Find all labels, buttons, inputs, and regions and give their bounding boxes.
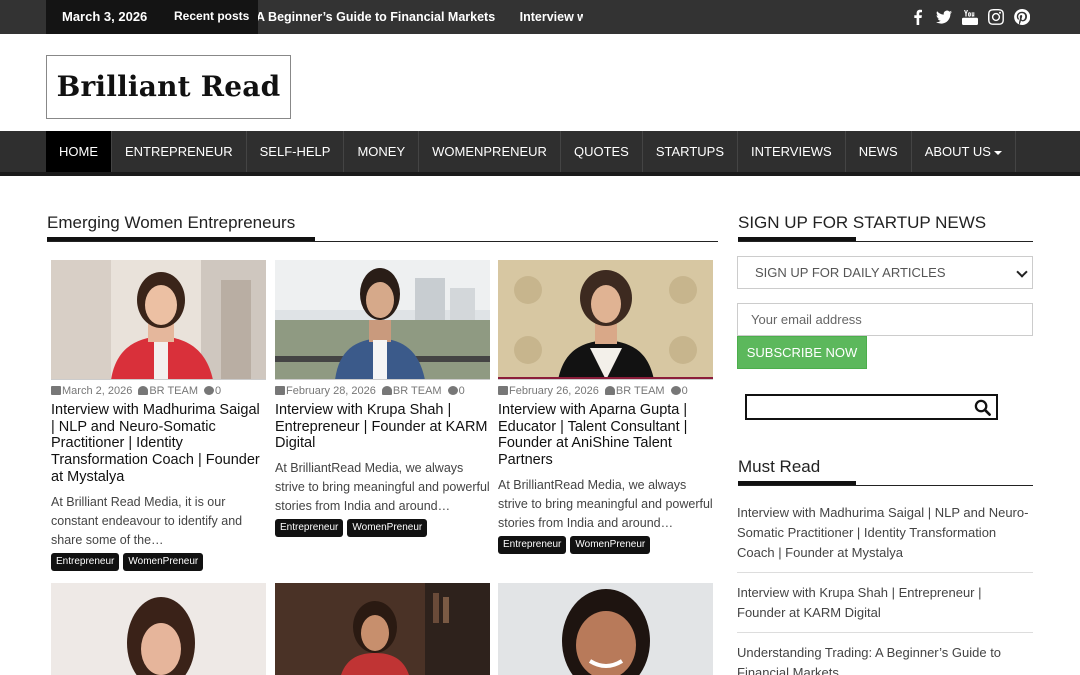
comment-icon (204, 386, 215, 395)
post-author[interactable]: BR TEAM (149, 385, 198, 397)
newsletter-select[interactable]: SIGN UP FOR DAILY ARTICLES (737, 256, 1033, 289)
email-placeholder: Your email address (751, 312, 862, 327)
nav-item-quotes[interactable]: QUOTES (561, 131, 643, 172)
post-thumbnail[interactable] (51, 260, 266, 380)
post-date[interactable]: February 26, 2026 (509, 385, 599, 397)
list-item[interactable]: Interview with Madhurima Saigal | NLP an… (737, 503, 1033, 573)
nav-item-womenpreneur[interactable]: WOMENPRENEUR (419, 131, 561, 172)
tag-womenpreneur[interactable]: WomenPreneur (347, 519, 428, 538)
nav-item-startups[interactable]: STARTUPS (643, 131, 739, 172)
post-thumbnail[interactable] (275, 260, 490, 380)
post-thumbnail[interactable] (498, 260, 713, 380)
post-tags: Entrepreneur WomenPreneur (51, 552, 266, 571)
search-input[interactable] (745, 394, 998, 420)
post-excerpt: At BrilliantRead Media, we always strive… (275, 461, 490, 514)
email-input[interactable]: Your email address (737, 303, 1033, 336)
must-read-divider (738, 485, 1033, 486)
post-meta: February 26, 2026 BR TEAM 0 (498, 384, 713, 398)
post-thumbnail[interactable] (275, 583, 490, 675)
tag-womenpreneur[interactable]: WomenPreneur (570, 535, 651, 554)
nav-item-news[interactable]: NEWS (846, 131, 912, 172)
must-read-list: Interview with Madhurima Saigal | NLP an… (737, 503, 1033, 675)
tag-entrepreneur[interactable]: Entrepreneur (275, 519, 344, 538)
calendar-icon (275, 386, 285, 395)
nav-item-interviews[interactable]: INTERVIEWS (738, 131, 846, 172)
post-excerpt: At Brilliant Read Media, it is our const… (51, 494, 243, 547)
post-meta: February 28, 2026 BR TEAM 0 (275, 384, 490, 398)
search-icon[interactable] (974, 399, 991, 416)
signup-title: SIGN UP FOR STARTUP NEWS (738, 213, 987, 232)
calendar-icon (51, 386, 61, 395)
nav-item-self-help[interactable]: SELF-HELP (247, 131, 345, 172)
instagram-icon[interactable] (988, 9, 1004, 25)
post-tags: Entrepreneur WomenPreneur (498, 535, 713, 554)
post-comments[interactable]: 0 (215, 385, 221, 397)
nav-item-entrepreneur[interactable]: ENTREPRENEUR (112, 131, 247, 172)
twitter-icon[interactable] (936, 9, 952, 25)
recent-posts-label: Recent posts (160, 0, 258, 34)
post-author[interactable]: BR TEAM (616, 385, 665, 397)
logo-text: Brilliant Read (56, 70, 281, 103)
main-nav: HOME ENTREPRENEUR SELF-HELP MONEY WOMENP… (0, 131, 1080, 176)
nav-item-label: ABOUT US (924, 144, 991, 159)
user-icon (138, 386, 149, 395)
site-logo[interactable]: Brilliant Read (46, 55, 291, 119)
post-date[interactable]: March 2, 2026 (62, 385, 132, 397)
tag-entrepreneur[interactable]: Entrepreneur (498, 535, 567, 554)
user-icon (604, 386, 615, 395)
post-title[interactable]: Interview with Madhurima Saigal | NLP an… (51, 402, 266, 486)
post-meta: March 2, 2026 BR TEAM 0 (51, 384, 266, 398)
ticker-item[interactable]: Interview with Aparna Gupta | Educator (520, 0, 583, 34)
ticker-item[interactable]: A Beginner’s Guide to Financial Markets (258, 0, 495, 34)
caret-down-icon (993, 150, 1002, 155)
post-thumbnail[interactable] (498, 583, 713, 675)
social-links (910, 7, 1030, 27)
post-comments[interactable]: 0 (682, 385, 688, 397)
nav-item-about-us[interactable]: ABOUT US (912, 131, 1016, 172)
post-thumbnail[interactable] (51, 583, 266, 675)
post-excerpt: At BrilliantRead Media, we always strive… (498, 477, 713, 530)
must-read-title: Must Read (738, 457, 821, 476)
nav-item-money[interactable]: MONEY (344, 131, 420, 172)
post-title[interactable]: Interview with Aparna Gupta | Educator |… (498, 402, 713, 469)
tag-womenpreneur[interactable]: WomenPreneur (123, 552, 204, 571)
post-comments[interactable]: 0 (459, 385, 465, 397)
pinterest-icon[interactable] (1014, 9, 1030, 25)
post-date[interactable]: February 28, 2026 (286, 385, 376, 397)
subscribe-button[interactable]: SUBSCRIBE NOW (737, 336, 867, 369)
recent-posts-ticker: A Beginner’s Guide to Financial Markets … (258, 0, 583, 34)
facebook-icon[interactable] (910, 9, 926, 25)
tag-entrepreneur[interactable]: Entrepreneur (51, 552, 120, 571)
youtube-icon[interactable] (962, 9, 978, 25)
signup-divider (738, 241, 1033, 242)
newsletter-select-value: SIGN UP FOR DAILY ARTICLES (755, 265, 946, 280)
post-author[interactable]: BR TEAM (393, 385, 442, 397)
post-card: March 2, 2026 BR TEAM 0 Interview with M… (51, 260, 266, 571)
post-card: February 28, 2026 BR TEAM 0 Interview wi… (275, 260, 490, 538)
user-icon (381, 386, 392, 395)
post-card: February 26, 2026 BR TEAM 0 Interview wi… (498, 260, 713, 554)
list-item[interactable]: Interview with Krupa Shah | Entrepreneur… (737, 583, 1033, 633)
nav-item-home[interactable]: HOME (46, 131, 112, 172)
chevron-down-icon (1016, 266, 1028, 278)
calendar-icon (498, 386, 508, 395)
post-tags: Entrepreneur WomenPreneur (275, 519, 490, 538)
top-bar: March 3, 2026 Recent posts A Beginner’s … (0, 0, 1080, 34)
section-title: Emerging Women Entrepreneurs (47, 213, 296, 232)
current-date: March 3, 2026 (46, 0, 160, 34)
list-item[interactable]: Understanding Trading: A Beginner’s Guid… (737, 643, 1033, 675)
comment-icon (670, 386, 681, 395)
post-title[interactable]: Interview with Krupa Shah | Entrepreneur… (275, 402, 490, 452)
comment-icon (447, 386, 458, 395)
section-divider (47, 241, 718, 242)
